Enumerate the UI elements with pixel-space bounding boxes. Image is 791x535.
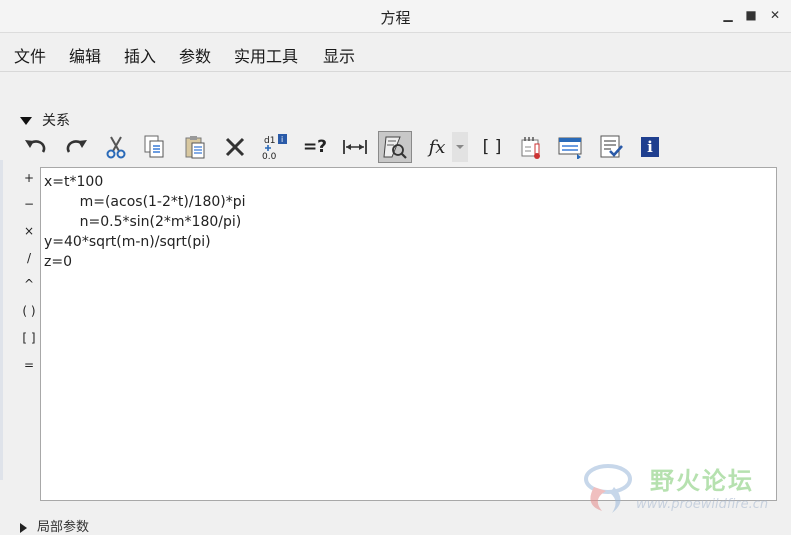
editor-line: n=0.5*sin(2*m*180/pi) xyxy=(44,214,242,230)
op-power-button[interactable]: ^ xyxy=(18,274,40,294)
svg-text:i: i xyxy=(281,135,283,144)
maximize-button[interactable]: ■ xyxy=(742,6,760,24)
undo-icon xyxy=(25,140,46,153)
section-title: 局部参数 xyxy=(37,520,90,535)
display-icon xyxy=(383,136,407,159)
expand-triangle-icon xyxy=(20,522,27,533)
flame-logo-icon xyxy=(584,464,632,513)
menu-edit[interactable]: 编辑 xyxy=(69,43,101,67)
function-dropdown[interactable] xyxy=(452,132,468,162)
evaluate-button[interactable]: =? xyxy=(301,132,329,162)
verify-icon xyxy=(600,135,623,158)
dimension-icon xyxy=(343,140,367,154)
units-button[interactable] xyxy=(518,132,546,162)
editor-line: m=(acos(1-2*t)/180)*pi xyxy=(44,194,246,210)
paste-button[interactable] xyxy=(181,132,209,162)
collapse-triangle-icon xyxy=(20,117,32,125)
undo-button[interactable] xyxy=(22,132,50,162)
relations-editor[interactable]: x=t*100 m=(acos(1-2*t)/180)*pi n=0.5*sin… xyxy=(40,167,777,501)
paste-icon xyxy=(185,136,205,159)
delete-button[interactable] xyxy=(221,132,249,162)
op-divide-button[interactable]: / xyxy=(18,248,40,268)
dimension-button[interactable] xyxy=(341,132,369,162)
sort-button[interactable] xyxy=(557,132,585,162)
op-brackets-button[interactable]: [ ] xyxy=(18,328,40,348)
evaluate-icon: =? xyxy=(302,137,328,157)
forum-watermark: 野火论坛 www.proewildfire.cn xyxy=(578,455,788,517)
info-button[interactable]: i xyxy=(636,132,664,162)
watermark-url: www.proewildfire.cn xyxy=(636,497,769,512)
brackets-button[interactable]: [ ] xyxy=(478,132,506,162)
op-plus-button[interactable]: + xyxy=(18,168,40,188)
close-button[interactable]: ✕ xyxy=(766,6,784,24)
cut-button[interactable] xyxy=(102,132,130,162)
function-button[interactable]: fx xyxy=(423,132,451,162)
insert-parameter-icon: d1 i 0.0 xyxy=(262,134,287,161)
menu-insert[interactable]: 插入 xyxy=(124,43,156,67)
sort-icon xyxy=(558,137,582,159)
section-title: 关系 xyxy=(42,113,70,129)
cut-icon xyxy=(106,136,126,159)
copy-icon xyxy=(144,135,164,158)
display-button[interactable] xyxy=(378,131,412,163)
menu-bar: 文件 编辑 插入 参数 实用工具 显示 xyxy=(0,33,791,72)
op-multiply-button[interactable]: × xyxy=(18,221,40,241)
redo-button[interactable] xyxy=(62,132,90,162)
units-icon xyxy=(521,137,540,159)
param-label-top: d1 xyxy=(264,136,275,146)
window-edge xyxy=(0,160,3,480)
editor-line: x=t*100 xyxy=(44,174,104,190)
info-icon: i xyxy=(641,137,659,157)
editor-line: y=40*sqrt(m-n)/sqrt(pi) xyxy=(44,234,211,250)
title-bar: 方程 ▁ ■ ✕ xyxy=(0,0,791,33)
function-icon: fx xyxy=(428,136,446,158)
verify-button[interactable] xyxy=(597,132,625,162)
minimize-button[interactable]: ▁ xyxy=(719,6,737,24)
chevron-down-icon xyxy=(456,145,464,149)
relations-section-toggle[interactable]: 关系 xyxy=(20,110,70,129)
op-parens-button[interactable]: ( ) xyxy=(18,301,40,321)
op-equals-button[interactable]: = xyxy=(18,355,40,375)
editor-line: z=0 xyxy=(44,254,72,270)
local-params-section[interactable]: 局部参数 xyxy=(20,516,89,535)
insert-parameter-button[interactable]: d1 i 0.0 xyxy=(260,132,288,162)
menu-display[interactable]: 显示 xyxy=(323,43,355,67)
redo-icon xyxy=(66,140,87,153)
menu-file[interactable]: 文件 xyxy=(14,43,46,67)
op-minus-button[interactable]: − xyxy=(18,194,40,214)
menu-utilities[interactable]: 实用工具 xyxy=(234,43,298,67)
window-title: 方程 xyxy=(380,9,411,27)
param-label-bottom: 0.0 xyxy=(262,152,277,161)
brackets-icon: [ ] xyxy=(482,137,502,157)
watermark-text: 野火论坛 xyxy=(650,467,754,495)
menu-params[interactable]: 参数 xyxy=(179,43,211,67)
delete-icon xyxy=(225,137,245,157)
copy-button[interactable] xyxy=(140,132,168,162)
